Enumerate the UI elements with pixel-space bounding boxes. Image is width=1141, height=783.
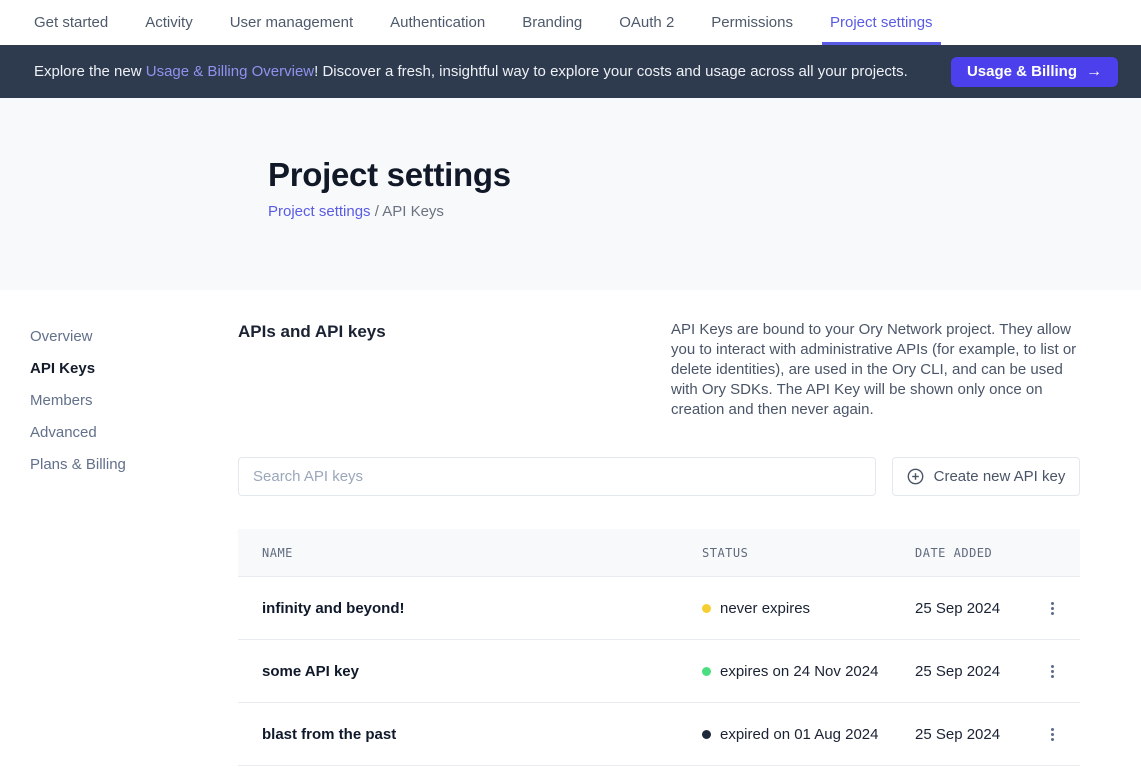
status-text: expired on 01 Aug 2024 bbox=[720, 726, 878, 743]
status-dot-icon bbox=[702, 667, 711, 676]
api-keys-main: APIs and API keys API Keys are bound to … bbox=[238, 320, 1080, 766]
settings-sidebar: Overview API Keys Members Advanced Plans… bbox=[0, 320, 238, 766]
section-title: APIs and API keys bbox=[238, 320, 386, 342]
breadcrumb-separator: / bbox=[371, 203, 383, 220]
search-input[interactable] bbox=[238, 457, 876, 496]
column-header-date-added: DATE ADDED bbox=[915, 546, 1040, 560]
sidebar-item-advanced[interactable]: Advanced bbox=[30, 416, 238, 448]
sidebar-item-members[interactable]: Members bbox=[30, 384, 238, 416]
api-key-date-added: 25 Sep 2024 bbox=[915, 663, 1040, 680]
banner-text-before: Explore the new bbox=[34, 63, 146, 80]
nav-item-activity[interactable]: Activity bbox=[145, 0, 193, 45]
nav-item-project-settings[interactable]: Project settings bbox=[830, 0, 933, 45]
kebab-menu-icon[interactable] bbox=[1043, 724, 1062, 745]
usage-billing-banner: Explore the new Usage & Billing Overview… bbox=[0, 45, 1141, 98]
api-key-date-added: 25 Sep 2024 bbox=[915, 726, 1040, 743]
table-header-row: NAME STATUS DATE ADDED bbox=[238, 529, 1080, 577]
api-key-date-added: 25 Sep 2024 bbox=[915, 600, 1040, 617]
status-text: expires on 24 Nov 2024 bbox=[720, 663, 878, 680]
content-area: Overview API Keys Members Advanced Plans… bbox=[0, 290, 1141, 766]
section-description: API Keys are bound to your Ory Network p… bbox=[671, 320, 1080, 420]
nav-item-user-management[interactable]: User management bbox=[230, 0, 353, 45]
breadcrumb-current: API Keys bbox=[382, 203, 444, 220]
api-key-status: expired on 01 Aug 2024 bbox=[702, 726, 915, 743]
intro-row: APIs and API keys API Keys are bound to … bbox=[238, 320, 1080, 420]
nav-item-oauth2[interactable]: OAuth 2 bbox=[619, 0, 674, 45]
status-dot-icon bbox=[702, 730, 711, 739]
nav-item-permissions[interactable]: Permissions bbox=[711, 0, 793, 45]
api-key-status: expires on 24 Nov 2024 bbox=[702, 663, 915, 680]
project-settings-page: Get started Activity User management Aut… bbox=[0, 0, 1141, 783]
usage-billing-overview-link[interactable]: Usage & Billing Overview bbox=[146, 63, 314, 80]
table-row: infinity and beyond! never expires 25 Se… bbox=[238, 577, 1080, 640]
breadcrumb: Project settings / API Keys bbox=[268, 203, 1141, 220]
nav-item-get-started[interactable]: Get started bbox=[34, 0, 108, 45]
table-row: blast from the past expired on 01 Aug 20… bbox=[238, 703, 1080, 766]
table-row: some API key expires on 24 Nov 2024 25 S… bbox=[238, 640, 1080, 703]
page-header: Project settings Project settings / API … bbox=[0, 98, 1141, 290]
arrow-right-icon: → bbox=[1086, 63, 1102, 81]
column-header-status: STATUS bbox=[702, 546, 915, 560]
banner-message: Explore the new Usage & Billing Overview… bbox=[34, 63, 908, 80]
sidebar-item-plans-billing[interactable]: Plans & Billing bbox=[30, 448, 238, 480]
usage-billing-button-label: Usage & Billing bbox=[967, 63, 1077, 80]
plus-circle-icon bbox=[907, 468, 924, 485]
api-keys-table: NAME STATUS DATE ADDED infinity and beyo… bbox=[238, 529, 1080, 766]
api-key-name: blast from the past bbox=[262, 726, 702, 743]
kebab-menu-icon[interactable] bbox=[1043, 598, 1062, 619]
actions-row: Create new API key bbox=[238, 457, 1080, 496]
page-title: Project settings bbox=[268, 156, 1141, 194]
sidebar-item-overview[interactable]: Overview bbox=[30, 320, 238, 352]
top-navigation: Get started Activity User management Aut… bbox=[0, 0, 1141, 45]
status-dot-icon bbox=[702, 604, 711, 613]
status-text: never expires bbox=[720, 600, 810, 617]
breadcrumb-project-settings-link[interactable]: Project settings bbox=[268, 203, 371, 220]
create-api-key-label: Create new API key bbox=[934, 468, 1066, 485]
create-api-key-button[interactable]: Create new API key bbox=[892, 457, 1080, 496]
column-header-name: NAME bbox=[262, 546, 702, 560]
api-key-name: infinity and beyond! bbox=[262, 600, 702, 617]
kebab-menu-icon[interactable] bbox=[1043, 661, 1062, 682]
api-key-status: never expires bbox=[702, 600, 915, 617]
banner-text-after: ! Discover a fresh, insightful way to ex… bbox=[314, 63, 908, 80]
nav-item-branding[interactable]: Branding bbox=[522, 0, 582, 45]
sidebar-item-api-keys[interactable]: API Keys bbox=[30, 352, 238, 384]
api-key-name: some API key bbox=[262, 663, 702, 680]
usage-billing-button[interactable]: Usage & Billing → bbox=[951, 57, 1118, 87]
nav-item-authentication[interactable]: Authentication bbox=[390, 0, 485, 45]
